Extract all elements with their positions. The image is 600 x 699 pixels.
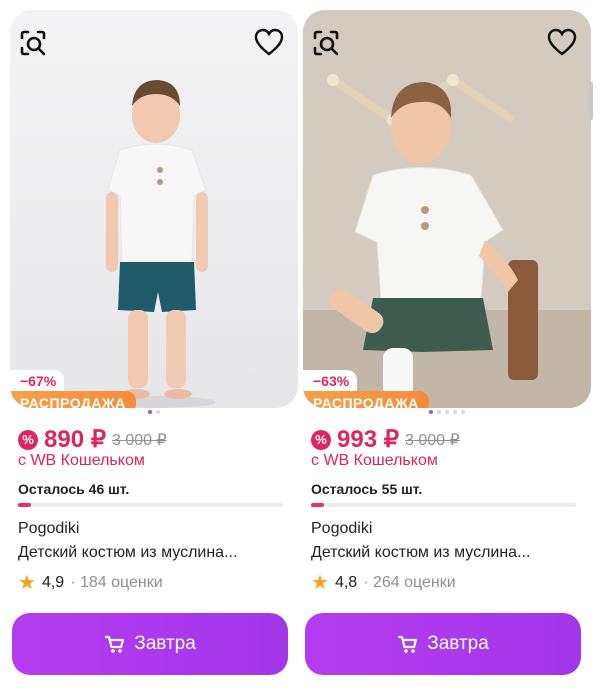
sale-badge: РАСПРОДАЖА	[10, 391, 136, 408]
wallet-label: с WB Кошельком	[18, 452, 145, 469]
brand[interactable]: Pogodiki	[18, 520, 79, 538]
cart-icon	[105, 635, 125, 653]
stock-remaining: Осталось 55 шт.	[311, 481, 423, 497]
discount-badge: −63%	[303, 370, 358, 391]
badges: −67% РАСПРОДАЖА	[10, 370, 136, 408]
badges: −63% РАСПРОДАЖА	[303, 370, 429, 408]
pagination-dot[interactable]	[453, 410, 457, 414]
cart-icon	[398, 635, 418, 653]
rating-value: 4,9	[41, 574, 65, 591]
price: 890 ₽	[44, 426, 106, 453]
rating-row: ★ 4,8 · 264 оценки	[311, 573, 456, 593]
price-row: % 993 ₽ 3 000 ₽	[311, 425, 460, 454]
star-icon: ★	[311, 572, 329, 594]
pagination-dot[interactable]	[148, 410, 152, 414]
price-row: % 890 ₽ 3 000 ₽	[18, 425, 167, 454]
wallet-discount-icon: %	[18, 429, 38, 450]
old-price: 3 000 ₽	[111, 431, 167, 449]
wallet-discount-icon: %	[311, 429, 331, 450]
brand[interactable]: Pogodiki	[311, 520, 372, 538]
discount-badge: −67%	[10, 370, 65, 391]
pagination-dot[interactable]	[461, 410, 465, 414]
stock-bar-fill	[18, 503, 32, 507]
star-icon: ★	[18, 572, 36, 594]
image-search-icon	[20, 30, 46, 56]
photo-pagination	[10, 410, 298, 414]
add-to-cart-label: Завтра	[427, 633, 489, 654]
favorite-button[interactable]	[547, 28, 583, 64]
rating-row: ★ 4,9 · 184 оценки	[18, 573, 163, 593]
wallet-label: с WB Кошельком	[311, 452, 438, 469]
image-search-icon	[313, 30, 339, 56]
find-similar-button[interactable]	[311, 28, 347, 64]
stock-remaining: Осталось 46 шт.	[18, 481, 130, 497]
add-to-cart-button[interactable]: Завтра	[12, 613, 288, 675]
product-title[interactable]: Детский костюм из муслина...	[18, 544, 237, 562]
product-title[interactable]: Детский костюм из муслина...	[311, 544, 530, 562]
pagination-dot[interactable]	[437, 410, 441, 414]
pagination-dot[interactable]	[156, 410, 160, 414]
rating-value: 4,8	[334, 574, 358, 591]
heart-icon	[254, 28, 284, 56]
product-photo[interactable]: −67% РАСПРОДАЖА	[10, 10, 298, 408]
add-to-cart-label: Завтра	[134, 633, 196, 654]
heart-icon	[547, 28, 577, 56]
favorite-button[interactable]	[254, 28, 290, 64]
product-photo[interactable]: −63% РАСПРОДАЖА	[303, 10, 591, 408]
sale-badge: РАСПРОДАЖА	[303, 391, 429, 408]
child-photo-illustration	[96, 80, 216, 408]
price: 993 ₽	[337, 426, 399, 453]
old-price: 3 000 ₽	[404, 431, 460, 449]
pagination-dot[interactable]	[429, 410, 433, 414]
product-grid: −67% РАСПРОДАЖА % 890 ₽ 3 000 ₽ с WB Кош…	[0, 0, 600, 699]
pagination-dot[interactable]	[445, 410, 449, 414]
product-card[interactable]: −67% РАСПРОДАЖА % 890 ₽ 3 000 ₽ с WB Кош…	[10, 0, 298, 699]
child-photo-illustration	[303, 10, 591, 408]
scrollbar[interactable]	[589, 82, 593, 120]
reviews-count: · 184 оценки	[70, 574, 163, 591]
reviews-count: · 264 оценки	[363, 574, 456, 591]
add-to-cart-button[interactable]: Завтра	[305, 613, 581, 675]
find-similar-button[interactable]	[18, 28, 54, 64]
product-card[interactable]: −63% РАСПРОДАЖА % 993 ₽ 3 000 ₽ с WB Кош…	[303, 0, 591, 699]
photo-pagination	[303, 410, 591, 414]
stock-bar-fill	[311, 503, 325, 507]
stock-bar	[311, 503, 576, 507]
stock-bar	[18, 503, 283, 507]
